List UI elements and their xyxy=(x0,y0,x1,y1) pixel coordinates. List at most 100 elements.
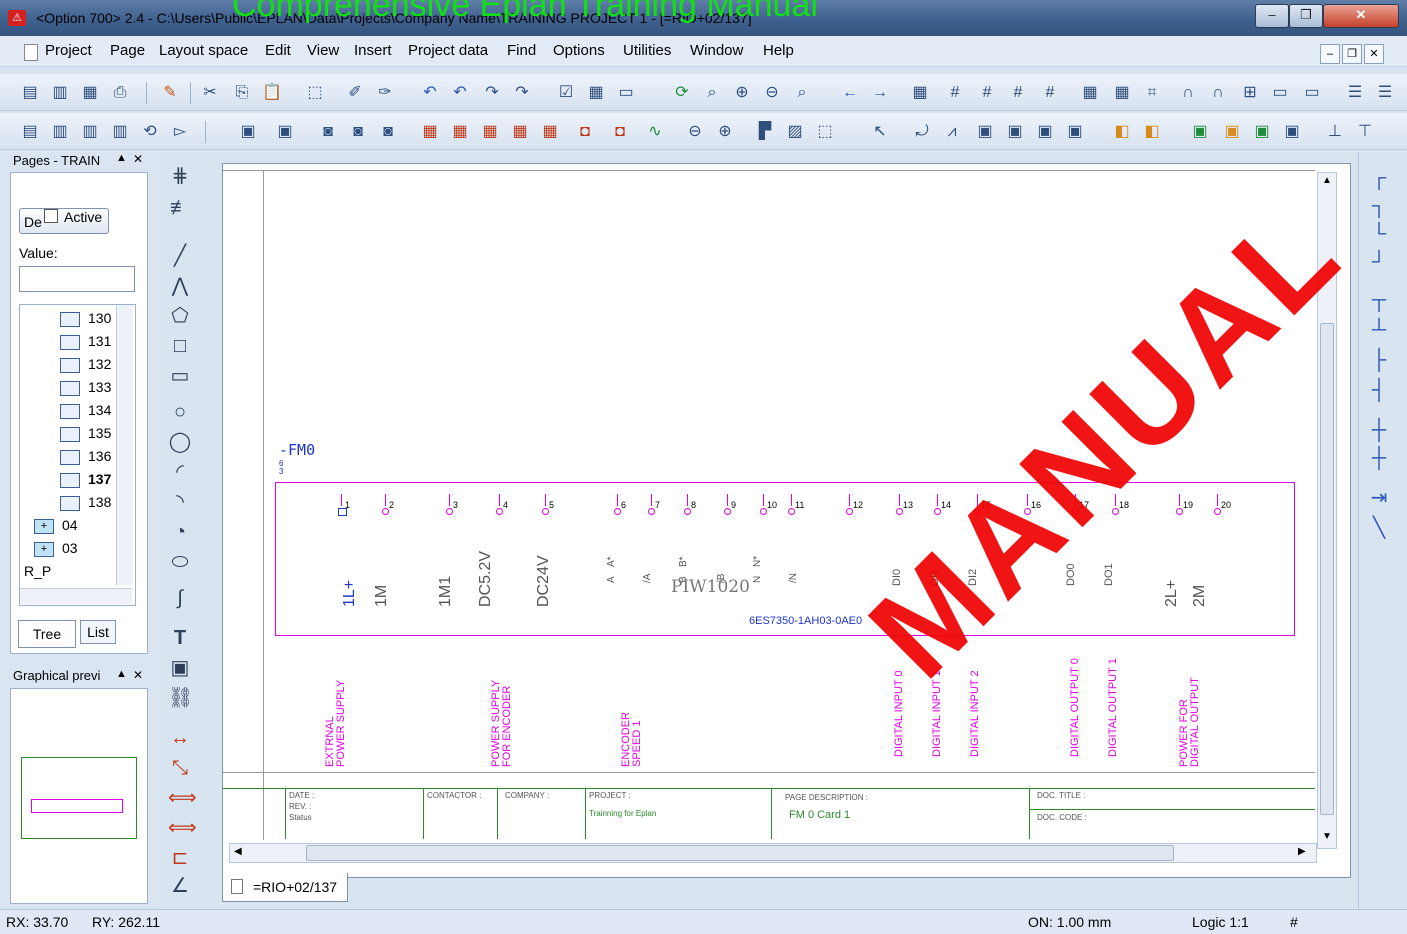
ellipse-icon[interactable]: ⬭ xyxy=(168,550,192,574)
grid-b-icon[interactable]: # xyxy=(945,83,965,103)
rotate-icon[interactable]: ⤾ xyxy=(912,122,932,142)
terminal-pin[interactable] xyxy=(763,494,764,506)
copy-icon[interactable]: ⎘ xyxy=(232,83,252,103)
terminal-connection-point[interactable] xyxy=(974,508,981,515)
macro-icon[interactable]: ▣ xyxy=(238,122,258,142)
cut-icon[interactable]: ✂ xyxy=(200,83,220,103)
menu-view[interactable]: View xyxy=(307,42,339,59)
window-icon[interactable]: ▭ xyxy=(616,83,636,103)
grid-e-icon[interactable]: # xyxy=(1040,83,1060,103)
dimension-increment-icon[interactable]: ⊏ xyxy=(168,846,192,870)
page-refresh-icon[interactable]: ⟲ xyxy=(140,122,160,142)
terminal-pin[interactable] xyxy=(617,494,618,506)
terminal-pin[interactable] xyxy=(499,494,500,506)
paste-icon[interactable]: 📋 xyxy=(262,83,282,103)
preview-close-icon[interactable]: ✕ xyxy=(133,668,143,682)
terminal-pin[interactable] xyxy=(727,494,728,506)
cross-icon[interactable]: ┼ xyxy=(1367,418,1391,442)
tab-list[interactable]: List xyxy=(80,620,116,644)
device-icon[interactable]: ◙ xyxy=(318,122,338,142)
mdi-restore-icon[interactable]: ❐ xyxy=(1342,44,1362,64)
page-navigator-icon[interactable]: ▦ xyxy=(80,83,100,103)
terminal-connection-point[interactable] xyxy=(542,508,549,515)
connector-icon[interactable]: ⊖ xyxy=(685,122,705,142)
menu-layout-space[interactable]: Layout space xyxy=(159,42,248,59)
menu-insert[interactable]: Insert xyxy=(354,42,392,59)
align-4-icon[interactable]: ▣ xyxy=(1065,122,1085,142)
lines-2-icon[interactable]: ☰ xyxy=(1375,83,1395,103)
align-icon[interactable]: ▣ xyxy=(975,122,995,142)
scroll-up-icon[interactable]: ▲ xyxy=(1322,175,1332,186)
terminal-connection-point[interactable] xyxy=(614,508,621,515)
snap-grid-icon[interactable]: ▦ xyxy=(1112,83,1132,103)
potential-icon[interactable]: ∿ xyxy=(645,122,665,142)
document-tab[interactable]: =RIO+02/137 xyxy=(222,873,348,902)
wrench-icon[interactable]: ✎ xyxy=(160,83,180,103)
back-icon[interactable]: ← xyxy=(840,83,860,103)
align-3-icon[interactable]: ▣ xyxy=(1035,122,1055,142)
terminal-pin[interactable] xyxy=(651,494,652,506)
value-input[interactable] xyxy=(19,266,135,292)
plc-4-icon[interactable]: ▦ xyxy=(510,122,530,142)
increment-icon[interactable]: ▭ xyxy=(1270,83,1290,103)
terminal-icon[interactable]: ◘ xyxy=(575,122,595,142)
plc-2-icon[interactable]: ▦ xyxy=(450,122,470,142)
zoom-window-icon[interactable]: ⌕ xyxy=(702,83,722,103)
terminal-pin[interactable] xyxy=(1075,494,1076,506)
new-page-icon[interactable]: ▥ xyxy=(50,122,70,142)
insert-image-icon[interactable]: ▣ xyxy=(168,656,192,680)
mdi-close-icon[interactable]: ✕ xyxy=(1364,44,1384,64)
terminal-pin[interactable] xyxy=(687,494,688,506)
terminal-connection-point[interactable] xyxy=(1214,508,1221,515)
terminal-pin[interactable] xyxy=(849,494,850,506)
terminal-pin[interactable] xyxy=(449,494,450,506)
zoom-in-icon[interactable]: ⊕ xyxy=(732,83,752,103)
panel-close-icon[interactable]: ✕ xyxy=(133,152,143,166)
status-hash[interactable]: # xyxy=(1290,914,1298,930)
terminal-connection-point[interactable] xyxy=(382,508,389,515)
zoom-out-icon[interactable]: ⊖ xyxy=(762,83,782,103)
angle-icon[interactable]: ╲ xyxy=(1367,516,1391,540)
menu-help[interactable]: Help xyxy=(763,42,794,59)
zoom-100-icon[interactable]: ⌕ xyxy=(792,83,812,103)
corner-bottom-left-icon[interactable]: └ xyxy=(1367,222,1391,246)
box-icon[interactable]: ▛ xyxy=(755,122,775,142)
active-checkbox[interactable] xyxy=(44,209,58,223)
placeholder-icon[interactable]: ⬚ xyxy=(815,122,835,142)
grid-lines-icon[interactable]: ⋕ xyxy=(168,164,192,188)
brush-icon[interactable]: ✑ xyxy=(375,83,395,103)
t-node-up-icon[interactable]: ┴ xyxy=(1367,318,1391,342)
terminal-pin[interactable] xyxy=(1217,494,1218,506)
text-icon[interactable]: T xyxy=(168,626,192,650)
open-project-icon[interactable]: ▥ xyxy=(50,83,70,103)
spline-icon[interactable]: ∫ xyxy=(168,586,192,610)
menu-find[interactable]: Find xyxy=(507,42,536,59)
image-box-icon[interactable]: ▭ xyxy=(168,364,192,388)
dimension-aligned-icon[interactable]: ⤡ xyxy=(168,756,192,780)
dimension-linear-icon[interactable]: ↔ xyxy=(168,726,192,750)
terminal-pin[interactable] xyxy=(791,494,792,506)
circle-icon[interactable]: ○ xyxy=(168,400,192,424)
dimension-chain-icon[interactable]: ⟺ xyxy=(168,786,197,810)
interruption-2-icon[interactable]: ⊤ xyxy=(1355,122,1375,142)
page-prev-icon[interactable]: ▥ xyxy=(80,122,100,142)
menu-page[interactable]: Page xyxy=(110,42,145,59)
t-node-right-icon[interactable]: ├ xyxy=(1367,348,1391,372)
select-area-icon[interactable]: ⬚ xyxy=(305,83,325,103)
terminal-pin[interactable] xyxy=(899,494,900,506)
redo-list-icon[interactable]: ↷ xyxy=(512,83,532,103)
t-node-down-icon[interactable]: ┬ xyxy=(1367,288,1391,312)
terminal-pin[interactable] xyxy=(341,494,342,506)
status-logic[interactable]: Logic 1:1 xyxy=(1192,914,1249,930)
t-node-left-icon[interactable]: ┤ xyxy=(1367,378,1391,402)
terminal-connection-point[interactable] xyxy=(1112,508,1119,515)
refresh-icon[interactable]: ⟳ xyxy=(672,83,692,103)
terminal-pin[interactable] xyxy=(545,494,546,506)
terminal-connection-point[interactable] xyxy=(788,508,795,515)
terminal-connection-point[interactable] xyxy=(760,508,767,515)
menu-utilities[interactable]: Utilities xyxy=(623,42,671,59)
close-window-button[interactable]: ✕ xyxy=(1323,4,1399,28)
terminal-pin[interactable] xyxy=(1027,494,1028,506)
terminal-connection-point[interactable] xyxy=(496,508,503,515)
plc-module-box[interactable] xyxy=(275,482,1295,636)
